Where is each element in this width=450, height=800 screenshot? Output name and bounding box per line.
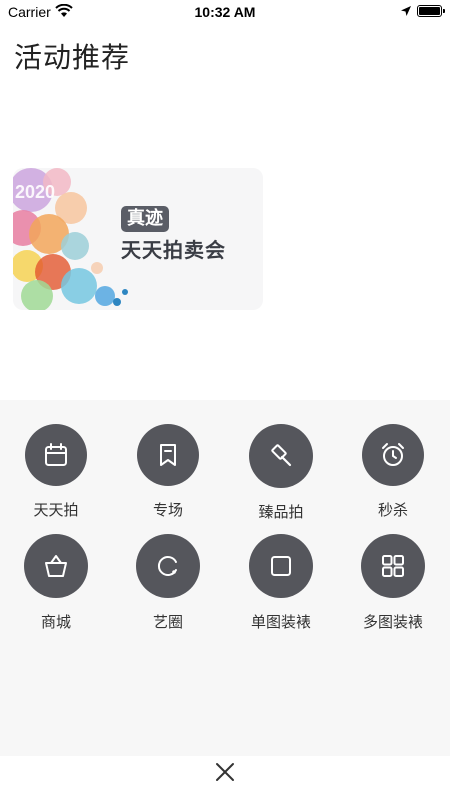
menu-icon-circle — [249, 534, 313, 598]
bookmark-icon — [160, 444, 176, 466]
menu-icon-circle — [361, 534, 425, 598]
circle-icon — [157, 556, 177, 576]
menu-icon-circle — [24, 534, 88, 598]
close-bar — [0, 756, 450, 800]
menu-item-daily-auction[interactable]: 天天拍 — [0, 424, 112, 520]
banner-year: 2020 — [15, 182, 56, 202]
menu-icon-circle — [137, 424, 199, 486]
menu-item-label: 天天拍 — [33, 501, 79, 519]
menu-item-label: 单图装裱 — [250, 613, 311, 631]
banner-badge: 真迹 — [121, 206, 169, 232]
menu-icon-circle — [249, 424, 313, 488]
action-sheet: 天天拍 专场 臻品拍 秒杀 商城 艺圈 单图装裱 多图装裱 — [0, 400, 450, 756]
menu-icon-circle — [136, 534, 200, 598]
menu-item-label: 商城 — [40, 613, 71, 631]
close-icon — [216, 763, 234, 781]
status-bar: Carrier 10:32 AM — [0, 0, 450, 24]
menu-item-mall[interactable]: 商城 — [0, 534, 112, 632]
menu-item-label: 多图装裱 — [362, 613, 423, 631]
menu-item-multi-framing[interactable]: 多图装裱 — [337, 534, 449, 632]
gavel-icon — [271, 444, 292, 467]
banner-subtitle: 天天拍卖会 — [121, 238, 226, 262]
menu-icon-circle — [362, 424, 424, 486]
menu-item-label: 臻品拍 — [258, 503, 304, 521]
alarm-clock-icon — [382, 443, 404, 466]
basket-icon — [45, 555, 67, 577]
menu-item-flash-sale[interactable]: 秒杀 — [337, 424, 449, 520]
close-button[interactable] — [209, 756, 241, 788]
menu-item-label: 艺圈 — [152, 613, 183, 631]
calendar-icon — [45, 443, 67, 466]
page-title: 活动推荐 — [14, 41, 131, 74]
promo-banner[interactable]: 2020 真迹 天天拍卖会 — [13, 168, 263, 310]
menu-item-premium-auction[interactable]: 臻品拍 — [225, 424, 337, 522]
clock-time: 10:32 AM — [194, 4, 256, 20]
menu-item-art-circle[interactable]: 艺圈 — [112, 534, 224, 632]
menu-item-label: 专场 — [152, 501, 183, 519]
menu-item-special-session[interactable]: 专场 — [112, 424, 224, 520]
square-icon — [271, 556, 291, 576]
grid-icon — [382, 555, 404, 577]
menu-item-single-framing[interactable]: 单图装裱 — [225, 534, 337, 632]
battery-icon — [417, 5, 445, 17]
location-arrow-icon — [401, 6, 411, 16]
menu-item-label: 秒杀 — [377, 501, 408, 519]
menu-icon-circle — [25, 424, 87, 486]
